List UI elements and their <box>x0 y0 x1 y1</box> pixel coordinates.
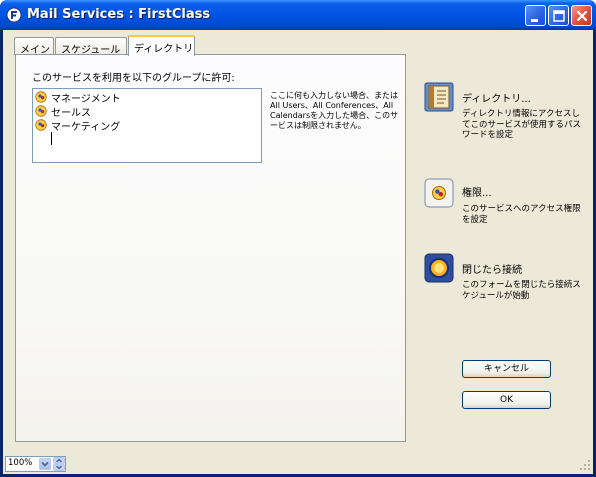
minimize-button[interactable] <box>525 5 546 26</box>
permissions-action-title: 権限... <box>462 188 492 199</box>
permissions-action-desc: このサービスへのアクセス権限を設定 <box>462 204 581 225</box>
tab-main[interactable]: メイン <box>14 37 54 56</box>
spinner-arrows-icon <box>53 457 65 471</box>
group-icon <box>35 119 47 131</box>
close-connect-action-desc: このフォームを閉じたら接続スケジュールが始動 <box>462 280 581 301</box>
tab-schedule[interactable]: スケジュール <box>55 37 127 56</box>
group-icon <box>35 105 47 117</box>
minimize-icon <box>531 19 538 22</box>
group-permission-label: このサービスを利用を以下のグループに許可: <box>32 73 235 84</box>
zoom-dropdown-button[interactable] <box>39 458 51 470</box>
title-bar[interactable]: Mail Services : FirstClass <box>0 0 596 30</box>
chevron-down-icon <box>41 461 49 467</box>
zoom-control[interactable]: 100% <box>5 456 66 472</box>
restriction-note: ここに何も入力しない場合、またはAll Users、All Conference… <box>270 91 399 130</box>
zoom-spinner[interactable] <box>53 457 65 471</box>
group-name: マネージメント <box>51 94 121 105</box>
permissions-icon <box>424 178 454 208</box>
book-icon <box>424 82 454 112</box>
resize-grip-icon[interactable] <box>578 458 592 472</box>
close-connect-action-title: 閉じたら接続 <box>462 265 522 276</box>
maximize-icon <box>553 10 565 22</box>
window-client: メイン スケジュール ディレクトリ このサービスを利用を以下のグループに許可: … <box>3 30 593 474</box>
connect-icon <box>424 253 454 283</box>
close-button[interactable] <box>571 5 592 26</box>
group-icon <box>35 91 47 103</box>
zoom-value: 100% <box>8 458 33 468</box>
group-name: マーケティング <box>51 122 121 133</box>
window-title: Mail Services : FirstClass <box>27 7 211 22</box>
firstclass-app-icon <box>6 7 22 23</box>
maximize-button[interactable] <box>548 5 569 26</box>
group-list[interactable]: マネージメント セールス マーケティング <box>32 88 262 163</box>
group-name: セールス <box>51 108 91 119</box>
cancel-button[interactable]: キャンセル <box>462 360 551 378</box>
tab-directory[interactable]: ディレクトリ <box>128 35 195 56</box>
close-icon <box>576 10 588 22</box>
tab-panel-directory: このサービスを利用を以下のグループに許可: マネージメント セールス マーケティ… <box>15 54 406 442</box>
app-window: Mail Services : FirstClass メイン スケジュール ディ… <box>0 0 596 477</box>
status-bar: 100% <box>3 454 593 474</box>
text-caret <box>51 132 52 145</box>
ok-button[interactable]: OK <box>462 391 551 409</box>
directory-action-desc: ディレクトリ情報にアクセスしてこのサービスが使用するパスワードを設定 <box>462 109 582 140</box>
directory-action-title: ディレクトリ... <box>462 94 531 105</box>
